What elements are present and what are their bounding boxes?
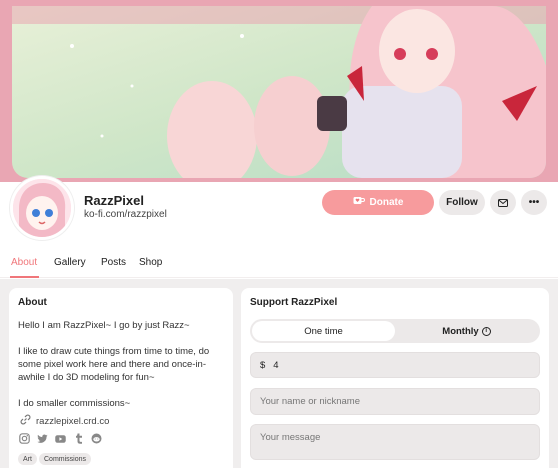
reddit-icon[interactable]	[91, 433, 102, 444]
profile-tabs: About Gallery Posts Shop	[0, 252, 558, 278]
info-icon[interactable]: i	[481, 326, 491, 336]
link-icon	[20, 414, 31, 428]
tag-commissions[interactable]: Commissions	[39, 453, 92, 465]
more-options-button[interactable]: •••	[521, 190, 547, 215]
donate-label: Donate	[369, 197, 404, 208]
tab-posts[interactable]: Posts	[101, 257, 126, 268]
amount-value: 4	[273, 359, 279, 371]
message-button[interactable]	[490, 190, 516, 215]
instagram-icon[interactable]	[19, 433, 30, 444]
about-title: About	[18, 297, 47, 308]
active-tab-indicator	[10, 276, 39, 278]
cover-banner	[0, 0, 558, 182]
tab-gallery[interactable]: Gallery	[54, 257, 86, 268]
monthly-label: Monthly	[442, 325, 479, 337]
tab-shop[interactable]: Shop	[139, 257, 162, 268]
website-link-text: razzlepixel.crd.co	[36, 415, 110, 427]
name-input[interactable]: Your name or nickname	[250, 388, 540, 415]
one-time-option[interactable]: One time	[252, 321, 395, 341]
support-title: Support RazzPixel	[250, 297, 338, 308]
donate-button[interactable]: Donate	[322, 190, 434, 215]
website-link[interactable]: razzlepixel.crd.co	[20, 414, 109, 428]
tab-about[interactable]: About	[11, 257, 37, 268]
avatar[interactable]	[10, 176, 74, 240]
envelope-icon	[498, 194, 508, 212]
follow-button[interactable]: Follow	[439, 190, 485, 215]
tag-art[interactable]: Art	[18, 453, 37, 465]
profile-name: RazzPixel	[84, 193, 144, 208]
message-input[interactable]: Your message	[250, 424, 540, 460]
about-line: some pixel work here and there and once-…	[18, 359, 206, 370]
profile-url[interactable]: ko-fi.com/razzpixel	[84, 209, 167, 220]
social-links	[19, 433, 102, 444]
about-line: I like to draw cute things from time to …	[18, 346, 210, 357]
about-line: Hello I am RazzPixel~ I go by just Razz~	[18, 320, 190, 331]
youtube-icon[interactable]	[55, 433, 66, 444]
twitter-icon[interactable]	[37, 433, 48, 444]
currency-symbol: $	[260, 359, 266, 371]
amount-input[interactable]: $ 4	[250, 352, 540, 378]
about-line: awhile I do 3D modeling for fun~	[18, 372, 155, 383]
cover-artwork	[12, 6, 546, 178]
cup-heart-icon	[353, 196, 365, 209]
about-line: I do smaller commissions~	[18, 398, 131, 409]
monthly-option[interactable]: Monthly i	[395, 321, 538, 341]
tumblr-icon[interactable]	[73, 433, 84, 444]
